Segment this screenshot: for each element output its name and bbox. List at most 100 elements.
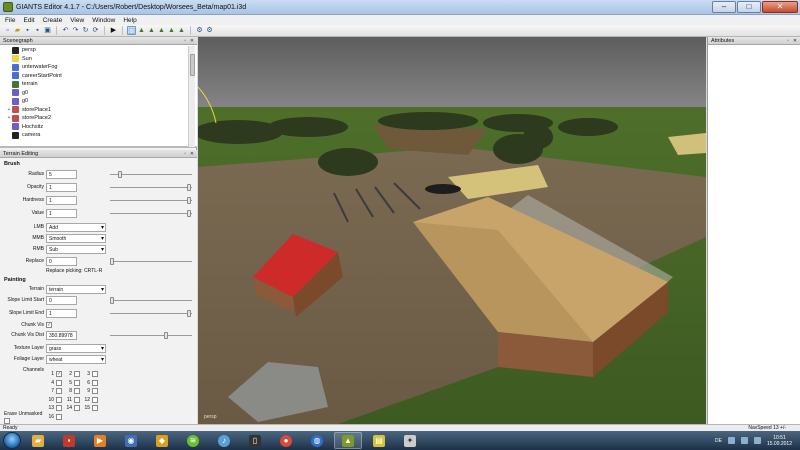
lmb-dropdown[interactable]: Add bbox=[46, 223, 106, 232]
maximize-button[interactable]: □ bbox=[737, 1, 761, 13]
texture-layer-dropdown[interactable]: grass bbox=[46, 344, 106, 353]
opacity-input[interactable]: 1 bbox=[46, 183, 77, 192]
save-all-icon[interactable]: ▪ bbox=[33, 26, 42, 35]
scenegraph-item[interactable]: terrain bbox=[0, 80, 187, 89]
task-app[interactable]: ✦ bbox=[396, 432, 424, 449]
scenegraph-item[interactable]: persp bbox=[0, 46, 187, 55]
channel-checkbox[interactable] bbox=[92, 371, 98, 377]
slope-end-slider[interactable] bbox=[110, 310, 192, 317]
new-file-icon[interactable]: ▫ bbox=[3, 26, 12, 35]
foliage-paint-icon[interactable]: ▲ bbox=[157, 26, 166, 35]
scenegraph-item[interactable]: g0 bbox=[0, 89, 187, 98]
opacity-slider[interactable] bbox=[110, 184, 192, 191]
save-icon[interactable]: ▪ bbox=[23, 26, 32, 35]
channel-checkbox[interactable] bbox=[74, 371, 80, 377]
foliage-layer-dropdown[interactable]: wheat bbox=[46, 355, 106, 364]
task-phone[interactable]: ▯ bbox=[241, 432, 269, 449]
menu-help[interactable]: Help bbox=[123, 17, 136, 24]
close-panel-icon[interactable]: ✕ bbox=[792, 38, 798, 44]
redo-icon[interactable]: ↷ bbox=[71, 26, 80, 35]
channel-checkbox[interactable] bbox=[56, 379, 62, 386]
float-panel-icon[interactable]: ▫ bbox=[182, 151, 188, 157]
task-game[interactable]: ◆ bbox=[148, 432, 176, 449]
language-indicator[interactable]: DE bbox=[715, 438, 722, 444]
scenegraph-item[interactable]: + storePlace1 bbox=[0, 106, 187, 115]
chunk-vis-dist-input[interactable]: 350.89978 bbox=[46, 331, 77, 340]
channel-checkbox[interactable] bbox=[74, 379, 80, 386]
channel-checkbox[interactable] bbox=[92, 405, 98, 411]
play-icon[interactable]: ▶ bbox=[109, 26, 118, 35]
channel-checkbox[interactable] bbox=[92, 396, 98, 403]
scenegraph-item[interactable]: + storePlace2 bbox=[0, 114, 187, 123]
channel-checkbox[interactable] bbox=[56, 405, 62, 411]
task-google-earth[interactable]: ◍ bbox=[303, 432, 331, 449]
rmb-dropdown[interactable]: Sub bbox=[46, 245, 106, 254]
slider-knob[interactable] bbox=[110, 258, 114, 265]
detail-paint-icon[interactable]: ▲ bbox=[167, 26, 176, 35]
slope-start-input[interactable]: 0 bbox=[46, 296, 77, 305]
float-panel-icon[interactable]: ▫ bbox=[182, 38, 188, 44]
radius-input[interactable]: 5 bbox=[46, 170, 77, 179]
open-folder-icon[interactable]: ▰ bbox=[13, 26, 22, 35]
slider-knob[interactable] bbox=[187, 184, 191, 191]
channel-checkbox[interactable] bbox=[74, 405, 80, 411]
menu-view[interactable]: View bbox=[70, 17, 84, 24]
menu-window[interactable]: Window bbox=[92, 17, 115, 24]
slope-start-slider[interactable] bbox=[110, 297, 192, 304]
channel-checkbox[interactable] bbox=[92, 388, 98, 394]
clock[interactable]: 10:51 15.09.2012 bbox=[767, 435, 792, 447]
start-button[interactable] bbox=[3, 432, 21, 449]
scenegraph-item[interactable]: unterwaterFog bbox=[0, 63, 187, 72]
slider-knob[interactable] bbox=[118, 171, 122, 178]
task-chrome[interactable]: ● bbox=[272, 432, 300, 449]
chunk-vis-dist-slider[interactable] bbox=[110, 332, 192, 339]
task-explorer[interactable]: ▰ bbox=[24, 432, 52, 449]
scrollbar-thumb[interactable] bbox=[190, 54, 195, 76]
3d-viewport[interactable]: persp bbox=[198, 37, 706, 424]
reload-icon[interactable]: ⟳ bbox=[91, 26, 100, 35]
undo-icon[interactable]: ↶ bbox=[61, 26, 70, 35]
slider-knob[interactable] bbox=[187, 197, 191, 204]
replace-slider[interactable] bbox=[110, 258, 192, 265]
task-word[interactable]: ▪ bbox=[55, 432, 83, 449]
channel-checkbox[interactable] bbox=[56, 413, 62, 420]
task-media[interactable]: ▶ bbox=[86, 432, 114, 449]
channel-checkbox[interactable] bbox=[74, 396, 80, 403]
minimize-button[interactable]: – bbox=[712, 1, 736, 13]
close-panel-icon[interactable]: ✕ bbox=[189, 38, 195, 44]
plant-paint-icon[interactable]: ▲ bbox=[177, 26, 186, 35]
channel-checkbox[interactable]: ✓ bbox=[56, 371, 62, 377]
task-tools[interactable]: ▤ bbox=[365, 432, 393, 449]
channel-checkbox[interactable] bbox=[56, 388, 62, 394]
close-button[interactable]: ✕ bbox=[762, 1, 798, 13]
settings-gear-icon[interactable]: ⚙ bbox=[205, 26, 214, 35]
mmb-dropdown[interactable]: Smooth bbox=[46, 234, 106, 243]
terrain-dropdown[interactable]: terrain bbox=[46, 285, 106, 294]
tray-network-icon[interactable] bbox=[727, 437, 735, 444]
task-giants-editor[interactable]: ▲ bbox=[334, 432, 362, 449]
menu-create[interactable]: Create bbox=[43, 17, 63, 24]
slider-knob[interactable] bbox=[110, 297, 114, 304]
terrain-sculpt-icon[interactable]: ▲ bbox=[137, 26, 146, 35]
slider-knob[interactable] bbox=[187, 310, 191, 317]
tray-flag-icon[interactable] bbox=[753, 437, 761, 444]
tray-volume-icon[interactable] bbox=[740, 437, 748, 444]
scenegraph-item[interactable]: Sun bbox=[0, 55, 187, 64]
terrain-paint-icon[interactable]: ▲ bbox=[147, 26, 156, 35]
radius-slider[interactable] bbox=[110, 171, 192, 178]
chunk-vis-checkbox[interactable]: ✓ bbox=[46, 322, 52, 328]
slider-knob[interactable] bbox=[164, 332, 168, 339]
scenegraph-item[interactable]: Hochsitz bbox=[0, 123, 187, 132]
gear-icon[interactable]: ⚙ bbox=[195, 26, 204, 35]
task-teamspeak[interactable]: ◉ bbox=[117, 432, 145, 449]
scenegraph-scrollbar[interactable] bbox=[188, 46, 195, 147]
float-panel-icon[interactable]: ▫ bbox=[785, 38, 791, 44]
slider-knob[interactable] bbox=[187, 210, 191, 217]
channel-checkbox[interactable] bbox=[56, 396, 62, 403]
export-icon[interactable]: ▣ bbox=[43, 26, 52, 35]
hardness-input[interactable]: 1 bbox=[46, 196, 77, 205]
channel-checkbox[interactable] bbox=[74, 388, 80, 394]
close-panel-icon[interactable]: ✕ bbox=[189, 151, 195, 157]
select-tool-icon[interactable]: ⬚ bbox=[127, 26, 136, 35]
scenegraph-item[interactable]: camera bbox=[0, 131, 187, 140]
